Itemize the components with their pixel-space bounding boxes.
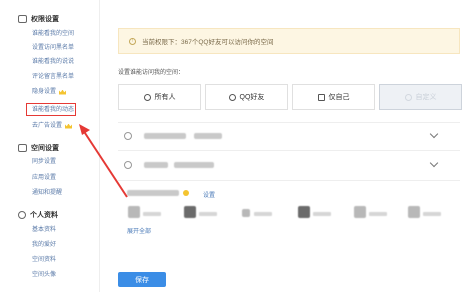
sidebar-item-label: 空间资料 bbox=[32, 257, 57, 263]
custom-icon bbox=[404, 93, 412, 101]
save-button[interactable]: 保存 bbox=[118, 272, 166, 287]
sidebar-item-label: 去广告设置 bbox=[32, 123, 63, 129]
blurred-text bbox=[144, 133, 186, 139]
expand-all-link[interactable]: 展开全部 bbox=[127, 226, 151, 235]
permission-label: 设置谁能访问我的空间： bbox=[118, 70, 185, 76]
blurred-text bbox=[369, 212, 387, 216]
option-label: 自定义 bbox=[415, 94, 437, 101]
blurred-text bbox=[143, 212, 161, 216]
sidebar-item-label: 谁能看我的说说 bbox=[32, 59, 75, 65]
friend-group-row[interactable] bbox=[118, 150, 460, 180]
sidebar-item-notifications[interactable]: 通知和提醒 bbox=[32, 189, 62, 197]
sidebar-item-access-blacklist[interactable]: 设置访问黑名单 bbox=[32, 44, 74, 52]
notice-text: 当前权限下：367个QQ好友可以访问你的空间 bbox=[142, 39, 274, 46]
sidebar-item-label: 我的爱好 bbox=[32, 242, 57, 248]
friend-avatar[interactable] bbox=[128, 206, 140, 218]
sidebar-section-permissions: 权限设置 bbox=[18, 14, 59, 24]
space-icon bbox=[18, 144, 27, 152]
vip-crown-icon bbox=[65, 123, 73, 129]
friend-avatar[interactable] bbox=[408, 206, 420, 218]
blurred-text bbox=[254, 212, 272, 216]
permission-option-custom[interactable]: 自定义 bbox=[379, 84, 462, 110]
blurred-text bbox=[127, 190, 179, 196]
sidebar-item-label: 空间头像 bbox=[32, 272, 57, 278]
settings-sidebar: 权限设置 谁能看我的空间 设置访问黑名单 谁能看我的说说 评论留言黑名单 隐身设… bbox=[0, 0, 100, 292]
section-title: 空间设置 bbox=[31, 145, 59, 152]
user-icon bbox=[18, 211, 26, 219]
friend-avatar[interactable] bbox=[298, 206, 310, 218]
blurred-text bbox=[423, 212, 441, 216]
sidebar-item-app-settings[interactable]: 应用设置 bbox=[32, 174, 56, 182]
blurred-text bbox=[194, 133, 222, 139]
option-label: QQ好友 bbox=[239, 94, 265, 101]
section-title: 个人资料 bbox=[30, 212, 58, 219]
sidebar-item-basic-profile[interactable]: 基本资料 bbox=[32, 226, 56, 234]
sidebar-section-space: 空间设置 bbox=[18, 143, 59, 153]
chevron-down-icon[interactable] bbox=[429, 129, 439, 139]
group-icon bbox=[124, 132, 132, 140]
section-title: 权限设置 bbox=[31, 16, 59, 23]
friend-avatar[interactable] bbox=[184, 206, 196, 218]
sidebar-item-who-can-view-posts[interactable]: 谁能看我的说说 bbox=[32, 58, 74, 66]
info-icon: ! bbox=[129, 37, 136, 45]
blurred-text bbox=[313, 212, 331, 216]
option-label: 所有人 bbox=[154, 94, 176, 101]
sidebar-item-who-can-view-space[interactable]: 谁能看我的空间 bbox=[32, 30, 74, 38]
sidebar-item-sync-settings[interactable]: 同步设置 bbox=[32, 158, 56, 166]
sidebar-item-label: 通知和提醒 bbox=[32, 190, 63, 196]
sidebar-section-profile: 个人资料 bbox=[18, 210, 58, 220]
lock-icon bbox=[317, 93, 325, 101]
settings-link[interactable]: 设置 bbox=[203, 190, 215, 199]
sidebar-item-space-profile[interactable]: 空间资料 bbox=[32, 256, 56, 264]
sidebar-item-invisible-settings[interactable]: 隐身设置 bbox=[32, 88, 67, 96]
sidebar-item-label: 基本资料 bbox=[32, 227, 57, 233]
friend-group-row[interactable] bbox=[118, 122, 460, 150]
group-icon bbox=[124, 161, 132, 169]
sidebar-item-comment-blacklist[interactable]: 评论留言黑名单 bbox=[32, 73, 74, 81]
blurred-text bbox=[174, 162, 214, 168]
blurred-text bbox=[144, 162, 168, 168]
permission-option-everyone[interactable]: 所有人 bbox=[118, 84, 201, 110]
sidebar-item-hobbies[interactable]: 我的爱好 bbox=[32, 241, 56, 249]
friend-avatar[interactable] bbox=[242, 209, 250, 217]
friends-icon bbox=[228, 93, 236, 101]
globe-icon bbox=[143, 93, 151, 101]
permission-notice: ! 当前权限下：367个QQ好友可以访问你的空间 bbox=[118, 28, 460, 54]
sidebar-item-label: 隐身设置 bbox=[32, 89, 57, 95]
sidebar-item-label: 设置访问黑名单 bbox=[32, 45, 75, 51]
permission-option-only-me[interactable]: 仅自己 bbox=[292, 84, 375, 110]
sidebar-item-space-avatar[interactable]: 空间头像 bbox=[32, 271, 56, 279]
option-label: 仅自己 bbox=[328, 94, 350, 101]
sidebar-item-label: 应用设置 bbox=[32, 175, 57, 181]
sidebar-item-label: 同步设置 bbox=[32, 159, 57, 165]
blurred-text bbox=[199, 212, 217, 216]
vip-badge-icon bbox=[183, 190, 189, 196]
vip-crown-icon bbox=[59, 89, 67, 95]
friend-avatar[interactable] bbox=[354, 206, 366, 218]
permission-option-qq-friends[interactable]: QQ好友 bbox=[205, 84, 288, 110]
sidebar-item-label: 评论留言黑名单 bbox=[32, 74, 75, 80]
sidebar-item-ad-removal[interactable]: 去广告设置 bbox=[32, 122, 73, 130]
highlight-box bbox=[26, 103, 76, 116]
lock-icon bbox=[18, 15, 27, 23]
chevron-down-icon[interactable] bbox=[429, 158, 439, 168]
sidebar-item-label: 谁能看我的空间 bbox=[32, 31, 75, 37]
